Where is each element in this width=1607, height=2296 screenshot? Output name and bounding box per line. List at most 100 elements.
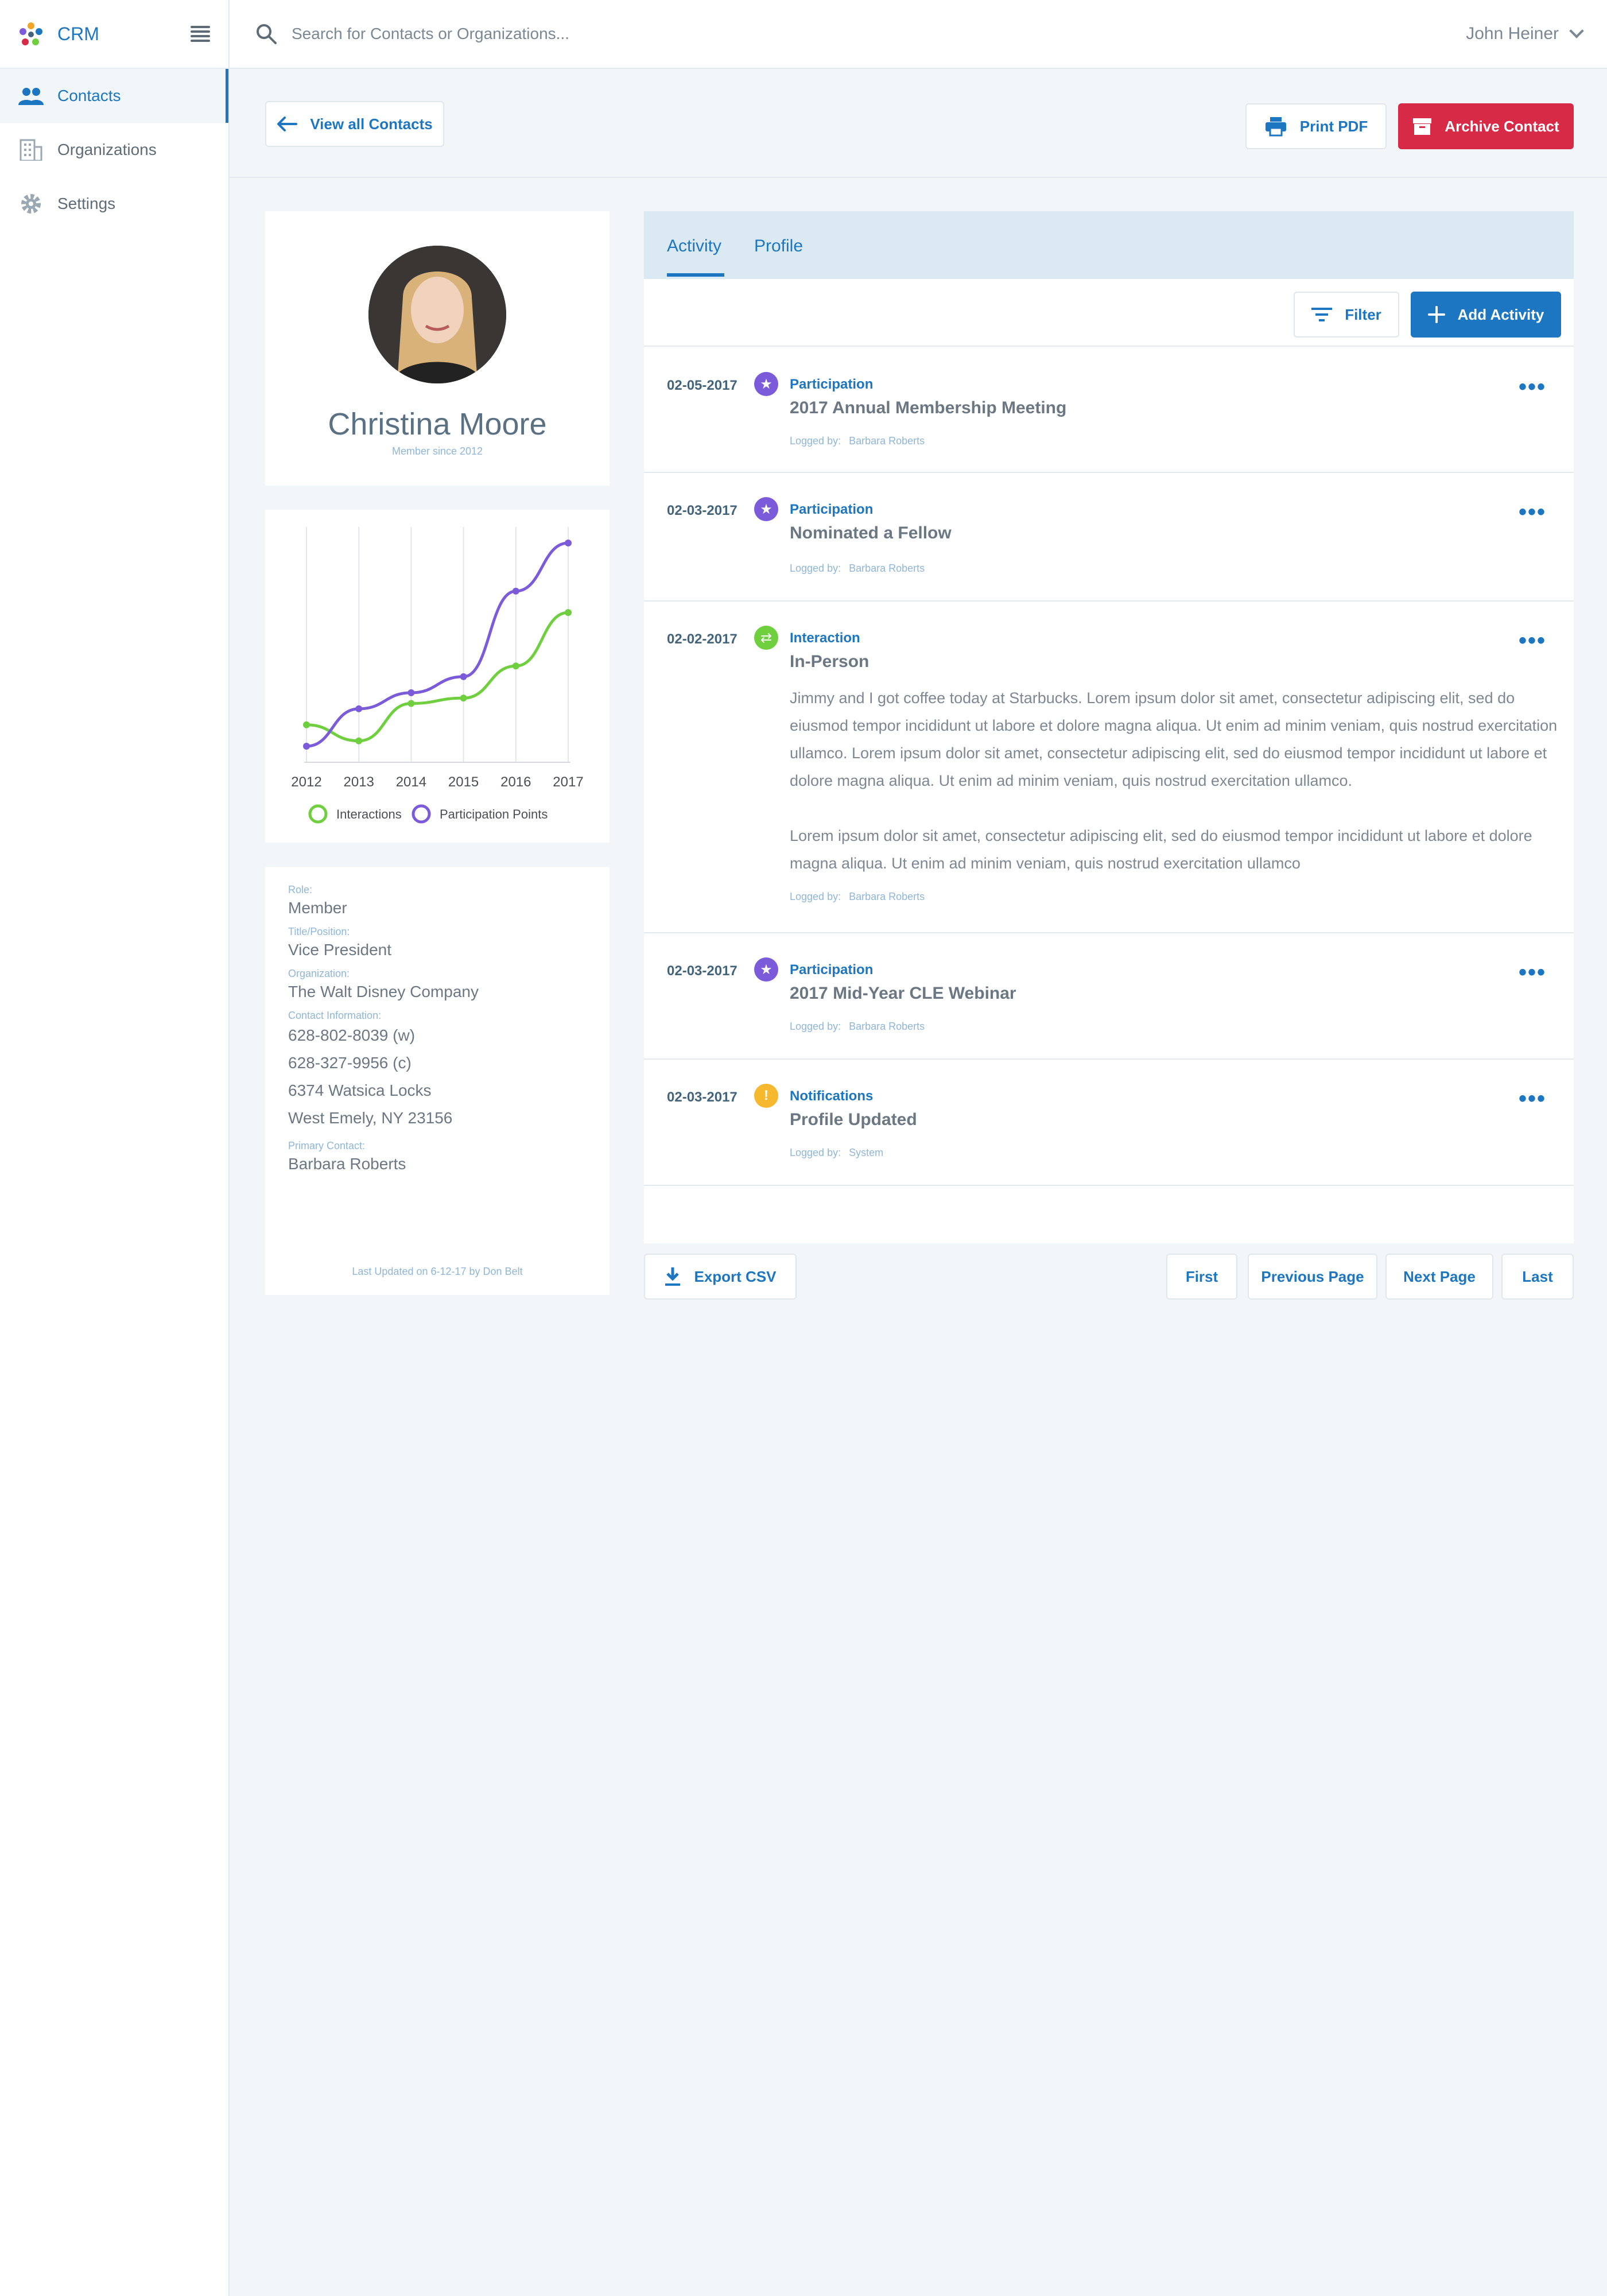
filter-label: Filter [1345,305,1381,323]
brand: CRM [0,0,228,69]
view-all-contacts-button[interactable]: View all Contacts [265,101,444,147]
activity-title: In-Person [790,652,870,671]
plus-icon [1427,306,1445,323]
activity-body: Jimmy and I got coffee today at Starbuck… [790,689,1558,789]
activity-item[interactable]: 02-03-2017 ★ Participation 2017 Mid-Year… [644,933,1574,1060]
tab-bar: Activity Profile [644,211,1574,279]
chevron-down-icon [1569,24,1584,38]
chart-data-point [460,673,467,680]
organization-value: The Walt Disney Company [288,983,479,1000]
print-pdf-button[interactable]: Print PDF [1245,103,1387,149]
activity-type: Interaction [790,630,860,646]
chart-data-point [565,609,572,616]
address-line-2: West Emely, NY 23156 [288,1109,453,1127]
export-csv-button[interactable]: Export CSV [644,1254,797,1300]
tab-profile[interactable]: Profile [754,236,803,256]
role-label: Role: [288,884,313,895]
activity-date: 02-05-2017 [667,378,737,393]
chart-card: 2012 2013 2014 2015 2016 2017 Interactions Part… [265,510,610,843]
activity-date: 02-03-2017 [667,963,737,979]
archive-contact-label: Archive Contact [1445,117,1559,135]
view-all-contacts-label: View all Contacts [310,115,433,133]
more-options-icon[interactable]: ••• [1519,375,1546,398]
sidebar-item-settings[interactable]: Settings [0,177,228,231]
chart-x-tick-label: 2013 [344,774,374,790]
add-activity-button[interactable]: Add Activity [1411,292,1561,338]
next-page-button[interactable]: Next Page [1385,1254,1493,1300]
activity-item[interactable]: 02-02-2017 ⇄ Interaction In-Person Jimmy… [644,602,1574,933]
chart-data-point [355,705,363,712]
tab-activity[interactable]: Activity [667,236,721,256]
chart-x-tick-label: 2016 [500,774,531,790]
filter-icon [1311,308,1333,321]
chart-data-point [565,539,572,546]
alert-icon: ! [754,1084,778,1108]
people-icon [18,84,44,107]
activity-date: 02-03-2017 [667,1089,737,1105]
archive-contact-button[interactable]: Archive Contact [1398,103,1574,149]
export-csv-label: Export CSV [694,1267,777,1285]
building-icon [18,138,44,161]
printer-icon [1265,117,1286,137]
chart-data-point [407,700,415,707]
activity-item[interactable]: 02-03-2017 ★ Participation Nominated a F… [644,473,1574,602]
last-updated: Last Updated on 6-12-17 by Don Belt [352,1266,523,1277]
chart-series-line [306,611,569,743]
activity-panel: Activity Profile Filter Add Activity 02-… [644,211,1574,1243]
user-menu[interactable]: John Heiner [1466,24,1584,44]
chart-series-line [306,541,569,748]
sidebar-item-contacts[interactable]: Contacts [0,69,228,123]
activity-title: 2017 Mid-Year CLE Webinar [790,984,1016,1003]
avatar [368,246,506,383]
sidebar-item-label: Organizations [57,141,157,158]
more-options-icon[interactable]: ••• [1519,1087,1546,1110]
activity-body: Lorem ipsum dolor sit amet, consectetur … [790,827,1532,872]
search-input[interactable] [292,25,808,43]
more-options-icon[interactable]: ••• [1519,961,1546,984]
sidebar-item-label: Contacts [57,87,121,104]
chart-legend-marker [308,804,328,824]
chart-x-tick-label: 2014 [396,774,426,790]
activity-logged-by: Logged by: Barbara Roberts [790,891,925,902]
arrow-left-icon [277,117,298,131]
menu-toggle-icon[interactable] [191,26,210,42]
crm-logo-icon [20,22,42,45]
topbar: John Heiner [230,0,1607,69]
activity-type: Participation [790,962,874,978]
chart-data-point [355,737,363,744]
chart-data-point [512,587,519,595]
search-icon [257,24,277,44]
chart-legend-marker [412,804,431,824]
activity-item[interactable]: 02-03-2017 ! Notifications Profile Updat… [644,1060,1574,1186]
sidebar-item-organizations[interactable]: Organizations [0,123,228,177]
title-label: Title/Position: [288,926,350,937]
activity-item[interactable]: 02-05-2017 ★ Participation 2017 Annual M… [644,348,1574,473]
activity-chart: 2012 2013 2014 2015 2016 2017 Interactions Part… [291,527,584,824]
chart-data-point [512,662,519,670]
chart-x-tick-label: 2015 [448,774,479,790]
swap-arrows-icon: ⇄ [754,626,778,650]
role-value: Member [288,899,347,917]
activity-date: 02-02-2017 [667,631,737,647]
activity-type: Participation [790,502,874,517]
chart-x-tick-label: 2017 [553,774,583,790]
filter-button[interactable]: Filter [1294,292,1399,338]
more-options-icon[interactable]: ••• [1519,501,1546,523]
gear-icon [18,192,44,215]
chart-x-tick-label: 2012 [291,774,321,790]
sidebar: CRM Contacts Organizations Settings [0,0,230,2296]
chart-legend-label: Interactions [336,807,402,821]
chart-data-point [303,721,310,728]
first-page-button[interactable]: First [1166,1254,1237,1300]
activity-title: Profile Updated [790,1110,917,1129]
download-icon [665,1267,681,1286]
more-options-icon[interactable]: ••• [1519,629,1546,652]
activity-logged-by: Logged by: Barbara Roberts [790,435,925,447]
activity-date: 02-03-2017 [667,503,737,518]
previous-page-button[interactable]: Previous Page [1248,1254,1377,1300]
address-line-1: 6374 Watsica Locks [288,1081,432,1099]
activity-type: Notifications [790,1088,874,1104]
profile-card: Christina Moore Member since 2012 [265,211,610,486]
activity-title: 2017 Annual Membership Meeting [790,398,1067,417]
last-page-button[interactable]: Last [1501,1254,1574,1300]
